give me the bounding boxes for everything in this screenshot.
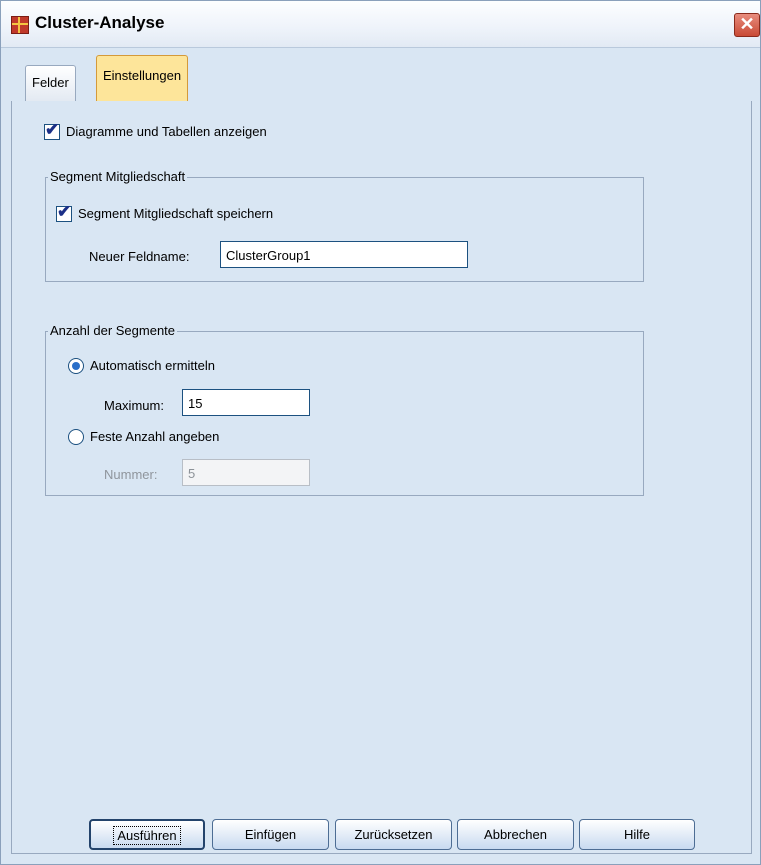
number-input[interactable]: 5 — [182, 459, 310, 486]
fixed-radio[interactable] — [68, 429, 84, 445]
save-membership-checkbox[interactable]: ✔ — [56, 202, 72, 222]
close-icon[interactable]: ✕ — [734, 13, 760, 37]
run-button[interactable]: Ausführen — [89, 819, 205, 850]
membership-group-title: Segment Mitgliedschaft — [48, 169, 188, 184]
segments-group: Anzahl der Segmente Automatisch ermittel… — [45, 323, 644, 496]
save-membership-label: Segment Mitgliedschaft speichern — [78, 206, 274, 221]
tab-bar: Felder Einstellungen — [11, 55, 751, 102]
reset-button[interactable]: Zurücksetzen — [335, 819, 452, 850]
auto-label: Automatisch ermitteln — [90, 358, 215, 373]
dialog-window: Cluster-Analyse ✕ Felder Einstellungen ✔… — [0, 0, 761, 865]
title-bar: Cluster-Analyse ✕ — [1, 1, 760, 48]
auto-radio[interactable] — [68, 358, 84, 374]
show-charts-label: Diagramme und Tabellen anzeigen — [66, 124, 267, 139]
membership-group: Segment Mitgliedschaft ✔ Segment Mitglie… — [45, 169, 644, 282]
maximum-input[interactable]: 15 — [182, 389, 310, 416]
help-button[interactable]: Hilfe — [579, 819, 695, 850]
settings-panel: ✔ Diagramme und Tabellen anzeigen Segmen… — [11, 101, 752, 854]
window-title: Cluster-Analyse — [35, 13, 165, 32]
cancel-button[interactable]: Abbrechen — [457, 819, 574, 850]
tab-einstellungen[interactable]: Einstellungen — [96, 55, 189, 102]
paste-button[interactable]: Einfügen — [212, 819, 329, 850]
maximum-label: Maximum: — [104, 398, 164, 413]
fixed-label: Feste Anzahl angeben — [90, 429, 220, 444]
tab-felder[interactable]: Felder — [25, 65, 76, 102]
radio-dot-icon — [72, 362, 80, 370]
segments-group-title: Anzahl der Segmente — [48, 323, 178, 338]
check-icon: ✔ — [57, 202, 72, 221]
app-icon — [11, 16, 29, 34]
run-button-label: Ausführen — [113, 826, 181, 845]
check-icon: ✔ — [45, 120, 60, 139]
number-label: Nummer: — [104, 467, 158, 482]
show-charts-checkbox[interactable]: ✔ — [44, 120, 60, 140]
field-name-input[interactable]: ClusterGroup1 — [220, 241, 468, 268]
field-name-label: Neuer Feldname: — [89, 249, 190, 264]
